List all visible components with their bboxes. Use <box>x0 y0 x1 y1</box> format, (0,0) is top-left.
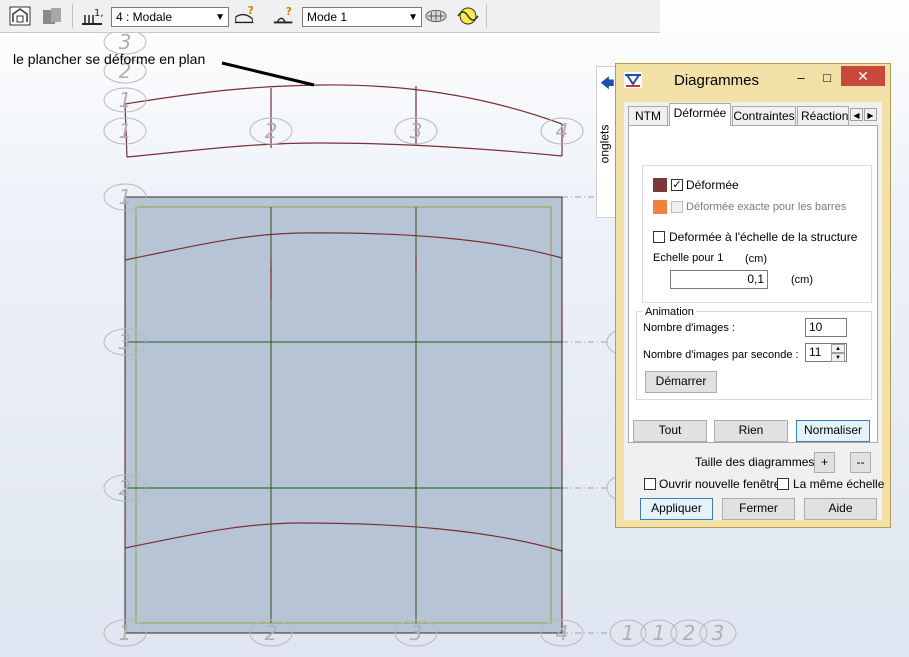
size-minus-button[interactable]: -- <box>850 452 871 473</box>
images-input[interactable]: 10 <box>805 318 847 337</box>
new-window-checkbox[interactable] <box>644 478 656 490</box>
deformee-label: Déformée <box>686 178 739 192</box>
scale-unit: (cm) <box>791 274 813 286</box>
apply-button[interactable]: Appliquer <box>640 498 713 520</box>
annotation-text: le plancher se déforme en plan <box>13 51 206 67</box>
grid-label: 1 <box>119 119 132 143</box>
grid-label: 1 <box>119 185 132 209</box>
exact-label: Déformée exacte pour les barres <box>686 201 847 213</box>
tab-scroll-right-icon[interactable]: ▶ <box>864 108 877 121</box>
grid-label: 1 <box>653 621 666 645</box>
scale-input[interactable]: 0,1 <box>670 270 768 289</box>
mode-shape-icon[interactable]: ? <box>272 5 296 27</box>
size-label: Taille des diagrammes : <box>695 455 822 469</box>
load-case-select-value: 4 : Modale <box>116 10 173 24</box>
new-window-label: Ouvrir nouvelle fenêtre <box>659 477 781 491</box>
grid-label: 3 <box>119 330 132 354</box>
toolbar-separator <box>486 4 487 28</box>
dialog-titlebar[interactable]: Diagrammes – □ ✕ <box>616 64 890 94</box>
diagrammes-dialog: Diagrammes – □ ✕ NTM Déformée Contrainte… <box>615 63 891 528</box>
scale-checkbox[interactable] <box>653 231 665 243</box>
same-scale-label: La même échelle <box>793 477 885 491</box>
app-icon <box>624 72 642 91</box>
images-label: Nombre d'images : <box>643 322 735 334</box>
start-button[interactable]: Démarrer <box>645 371 717 393</box>
close-button[interactable]: ✕ <box>841 66 885 86</box>
svg-text:?: ? <box>286 7 292 18</box>
animation-legend: Animation <box>643 306 696 318</box>
grid-label: 1 <box>119 88 132 112</box>
none-button[interactable]: Rien <box>714 420 788 442</box>
same-scale-checkbox[interactable] <box>777 478 789 490</box>
deformee-checkbox[interactable]: ✓ <box>671 179 683 191</box>
mode-select-value: Mode 1 <box>307 10 348 24</box>
deformee-tab-page: ✓ Déformée Déformée exacte pour les barr… <box>628 125 878 443</box>
load-case-select[interactable]: 4 : Modale ▼ <box>111 7 229 27</box>
arrow-left-icon[interactable]: 🡄 <box>600 73 614 97</box>
grid-label: 3 <box>712 621 725 645</box>
deformee-group: ✓ Déformée Déformée exacte pour les barr… <box>642 165 872 303</box>
slab <box>124 196 563 634</box>
scale-label: Echelle pour 1 <box>653 252 724 264</box>
tab-scroll-left-icon[interactable]: ◀ <box>850 108 863 121</box>
grid-label: 4 <box>556 621 569 645</box>
grid-label: 4 <box>556 119 569 143</box>
chevron-down-icon: ▼ <box>408 12 418 23</box>
envelope-icon[interactable] <box>424 5 448 27</box>
fps-value: 11 <box>809 345 822 359</box>
animation-group: Animation Nombre d'images : 10 Nombre d'… <box>636 306 872 400</box>
annotation-leader <box>221 61 315 87</box>
toolbar-separator <box>72 4 73 28</box>
exact-color-swatch[interactable] <box>653 200 667 214</box>
exact-checkbox[interactable] <box>671 201 683 213</box>
help-button[interactable]: Aide <box>804 498 877 520</box>
onglets-label: onglets <box>597 124 612 164</box>
svg-text:1,2: 1,2 <box>94 8 104 19</box>
chevron-down-icon: ▼ <box>215 12 225 23</box>
grid-label: 3 <box>410 621 423 645</box>
fps-up-icon[interactable]: ▲ <box>831 344 845 353</box>
tab-contraintes[interactable]: Contraintes <box>732 106 796 125</box>
grid-label: 1 <box>119 621 132 645</box>
dialog-client: NTM Déformée Contraintes Réactions ◀ ▶ ✓… <box>624 102 885 520</box>
grid-label: 3 <box>410 119 423 143</box>
structure-view-icon[interactable] <box>8 5 32 27</box>
tab-ntm[interactable]: NTM <box>628 106 668 125</box>
grid-label: 1 <box>622 621 635 645</box>
mode-select[interactable]: Mode 1 ▼ <box>302 7 422 27</box>
toolbar: 1,2 4 : Modale ▼ ? ? Mode 1 ▼ <box>0 0 660 33</box>
grid-label: 2 <box>683 621 696 645</box>
animation-icon[interactable] <box>456 5 480 27</box>
scale-option-label: Deformée à l'échelle de la structure <box>669 230 858 244</box>
tab-deformee[interactable]: Déformée <box>669 103 731 126</box>
grid-label: 2 <box>265 621 278 645</box>
gray-block-icon[interactable] <box>40 5 64 27</box>
fps-label: Nombre d'images par seconde : <box>643 349 799 361</box>
minimize-button[interactable]: – <box>788 68 814 88</box>
all-button[interactable]: Tout <box>633 420 707 442</box>
dialog-title: Diagrammes <box>674 72 760 89</box>
maximize-button[interactable]: □ <box>814 68 840 88</box>
grid-label: 2 <box>119 476 132 500</box>
tab-reactions[interactable]: Réactions <box>797 106 849 125</box>
scale-unit-top: (cm) <box>745 253 767 265</box>
load-case-icon[interactable]: 1,2 <box>80 5 104 27</box>
normalize-button[interactable]: Normaliser <box>796 420 870 442</box>
fps-down-icon[interactable]: ▼ <box>831 353 845 362</box>
deformed-shape-icon[interactable]: ? <box>233 5 257 27</box>
svg-text:?: ? <box>248 6 254 17</box>
close-dialog-button[interactable]: Fermer <box>722 498 795 520</box>
deformee-color-swatch[interactable] <box>653 178 667 192</box>
grid-label: 2 <box>265 119 278 143</box>
size-plus-button[interactable]: + <box>814 452 835 473</box>
